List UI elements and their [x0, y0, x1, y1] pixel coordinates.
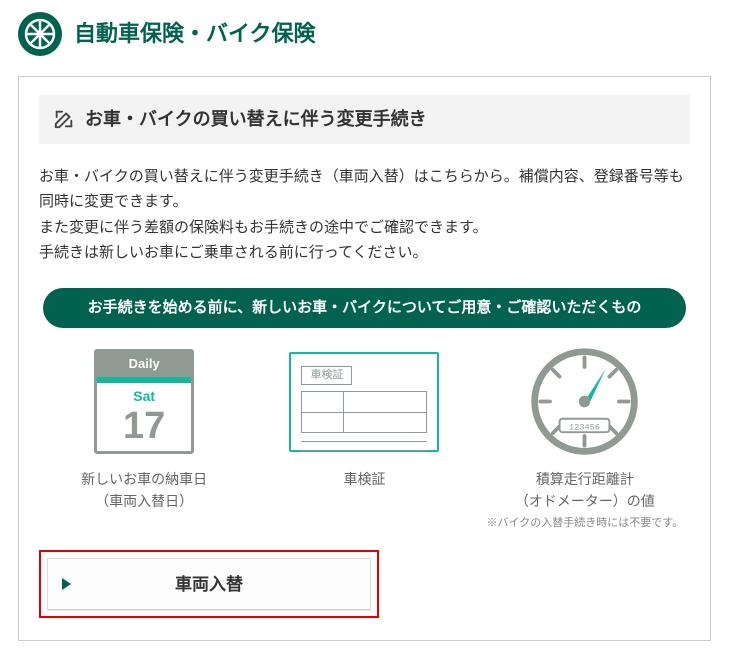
prep-item-inspection-cert: 車検証 車検証 — [259, 342, 469, 490]
preparation-row: Daily Sat 17 新しいお車の納車日 （車両入替日） 車検証 — [39, 342, 690, 532]
card-title: お車・バイクの買い替えに伴う変更手続き — [85, 105, 427, 134]
page-title: 自動車保険・バイク保険 — [74, 16, 316, 51]
calendar-weekday: Sat — [97, 385, 191, 407]
procedure-card: お車・バイクの買い替えに伴う変更手続き お車・バイクの買い替えに伴う変更手続き（… — [18, 76, 711, 641]
action-button-label: 車両入替 — [48, 571, 370, 598]
wheel-icon — [18, 12, 62, 56]
document-icon: 車検証 — [259, 342, 469, 462]
preparation-pill: お手続きを始める前に、新しいお車・バイクについてご用意・ご確認いただくもの — [43, 288, 686, 328]
description-line: 手続きは新しいお車にご乗車される前に行ってください。 — [39, 240, 690, 266]
action-highlight-frame: 車両入替 — [39, 550, 379, 618]
prep-label: 車検証 — [259, 468, 469, 490]
calendar-top-label: Daily — [97, 352, 191, 377]
description-line: また変更に伴う差額の保険料もお手続きの途中でご確認できます。 — [39, 215, 690, 241]
prep-sublabel: （車両入替日） — [39, 490, 249, 512]
prep-label: 積算走行距離計 — [480, 468, 690, 490]
card-description: お車・バイクの買い替えに伴う変更手続き（車両入替）はこちらから。補償内容、登録番… — [39, 164, 690, 266]
prep-label: 新しいお車の納車日 — [39, 468, 249, 490]
play-triangle-icon — [62, 578, 71, 590]
edit-icon — [53, 108, 75, 130]
prep-note: ※バイクの入替手続き時には不要です。 — [480, 515, 690, 533]
page-header: 自動車保険・バイク保険 — [18, 12, 711, 56]
document-title: 車検証 — [301, 366, 352, 386]
description-line: お車・バイクの買い替えに伴う変更手続き（車両入替）はこちらから。補償内容、登録番… — [39, 164, 690, 215]
odometer-digits: 123456 — [569, 423, 600, 433]
calendar-icon: Daily Sat 17 — [39, 342, 249, 462]
card-header: お車・バイクの買い替えに伴う変更手続き — [39, 95, 690, 144]
calendar-day-number: 17 — [97, 407, 191, 451]
odometer-icon: 123456 — [480, 342, 690, 462]
vehicle-replace-button[interactable]: 車両入替 — [47, 558, 371, 610]
prep-item-delivery-date: Daily Sat 17 新しいお車の納車日 （車両入替日） — [39, 342, 249, 513]
prep-sublabel: （オドメーター）の値 — [480, 490, 690, 512]
prep-item-odometer: 123456 積算走行距離計 （オドメーター）の値 ※バイクの入替手続き時には不… — [480, 342, 690, 532]
